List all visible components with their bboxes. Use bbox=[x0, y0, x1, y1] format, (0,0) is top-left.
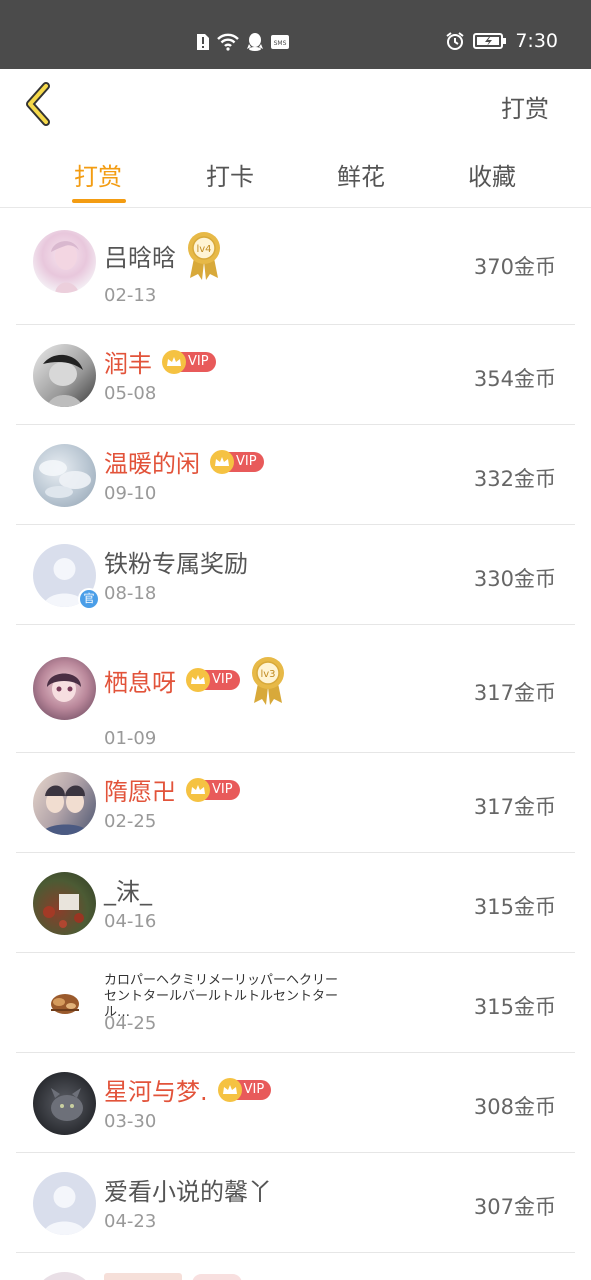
truncated-name-placeholder bbox=[104, 1273, 182, 1280]
list-item[interactable]: 官 铁粉专属奖励 08-18 330金币 bbox=[0, 525, 591, 625]
truncated-vip-placeholder bbox=[192, 1274, 242, 1280]
status-bar: SMS 7:30 bbox=[0, 0, 591, 69]
amount: 317金币 bbox=[473, 681, 556, 705]
alarm-icon bbox=[446, 32, 464, 50]
medal-lv4-icon: lv4 bbox=[188, 232, 220, 280]
user-name[interactable]: 隋愿卍 bbox=[104, 772, 176, 807]
amount: 307金币 bbox=[473, 1195, 556, 1219]
list-item[interactable]: 隋愿卍 VIP 02-25 317金币 bbox=[0, 753, 591, 853]
list-item[interactable]: カロパーヘクミリメーリッパーヘクリーセントタールバールトルトルセントタール… 0… bbox=[0, 953, 591, 1053]
date: 05-08 bbox=[104, 383, 157, 404]
crown-icon bbox=[162, 349, 186, 374]
name-line: 隋愿卍 VIP bbox=[104, 772, 240, 807]
active-tab-indicator bbox=[72, 199, 126, 203]
date: 01-09 bbox=[104, 728, 157, 749]
sim-alert-icon bbox=[197, 34, 209, 50]
sms-icon-text: SMS bbox=[274, 40, 287, 47]
battery-icon bbox=[473, 33, 507, 49]
chevron-left-icon bbox=[26, 82, 50, 126]
user-name[interactable]: _沫_ bbox=[104, 872, 152, 907]
avatar[interactable] bbox=[33, 344, 96, 407]
avatar[interactable] bbox=[33, 972, 96, 1035]
date: 04-25 bbox=[104, 1013, 157, 1034]
avatar[interactable] bbox=[33, 1172, 96, 1235]
tab-flowers[interactable]: 鲜花 bbox=[311, 157, 411, 192]
clock: 7:30 bbox=[515, 30, 558, 52]
qq-icon bbox=[247, 33, 263, 51]
vip-badge: VIP bbox=[210, 449, 264, 474]
wifi-icon bbox=[217, 33, 239, 51]
crown-icon bbox=[186, 777, 210, 802]
user-name[interactable]: 温暖的闲 bbox=[104, 444, 200, 479]
user-name[interactable]: 吕晗晗 bbox=[104, 238, 176, 273]
list-item-partial[interactable] bbox=[0, 1253, 591, 1280]
name-line: _沫_ bbox=[104, 872, 152, 907]
name-line: 星河与梦. VIP bbox=[104, 1072, 272, 1107]
list-item[interactable]: 温暖的闲 VIP 09-10 332金币 bbox=[0, 425, 591, 525]
date: 02-13 bbox=[104, 285, 157, 306]
nav-bar: 打赏 bbox=[0, 69, 591, 141]
date: 04-23 bbox=[104, 1211, 157, 1232]
official-badge: 官 bbox=[78, 588, 100, 610]
amount: 315金币 bbox=[473, 995, 556, 1019]
list-item[interactable]: 吕晗晗 lv4 02-13 370金币 bbox=[0, 208, 591, 325]
name-line: 爱看小说的馨丫 bbox=[104, 1172, 272, 1207]
list-item[interactable]: _沫_ 04-16 315金币 bbox=[0, 853, 591, 953]
user-name[interactable]: 爱看小说的馨丫 bbox=[104, 1172, 272, 1207]
tab-reward[interactable]: 打赏 bbox=[48, 157, 148, 192]
amount: 354金币 bbox=[473, 367, 556, 391]
avatar[interactable] bbox=[33, 444, 96, 507]
date: 03-30 bbox=[104, 1111, 157, 1132]
list-item[interactable]: 爱看小说的馨丫 04-23 307金币 bbox=[0, 1153, 591, 1253]
amount: 330金币 bbox=[473, 567, 556, 591]
tab-collect[interactable]: 收藏 bbox=[442, 157, 542, 192]
tab-bar: 打赏 打卡 鲜花 收藏 bbox=[0, 141, 591, 208]
back-button[interactable] bbox=[20, 81, 60, 127]
vip-badge: VIP bbox=[217, 1077, 272, 1102]
crown-icon bbox=[186, 668, 210, 692]
date: 02-25 bbox=[104, 811, 157, 832]
name-line: 栖息呀 VIP lv3 bbox=[104, 655, 286, 705]
vip-badge: VIP bbox=[162, 349, 216, 374]
svg-text:lv3: lv3 bbox=[260, 669, 275, 680]
list-item[interactable]: 栖息呀 VIP lv3 01-09 317金币 bbox=[0, 625, 591, 753]
medal-lv3-icon: lv3 bbox=[251, 657, 284, 705]
amount: 332金币 bbox=[473, 467, 556, 491]
avatar[interactable] bbox=[33, 657, 96, 720]
crown-icon bbox=[210, 449, 234, 474]
user-name[interactable]: 润丰 bbox=[104, 344, 152, 379]
date: 04-16 bbox=[104, 911, 157, 932]
user-name[interactable]: 栖息呀 bbox=[104, 663, 176, 698]
user-name[interactable]: 星河与梦. bbox=[104, 1072, 208, 1107]
vip-badge: VIP bbox=[186, 777, 240, 802]
reward-list: 吕晗晗 lv4 02-13 370金币 润丰 VIP 05-08 354金币 温… bbox=[0, 208, 591, 1280]
list-item[interactable]: 星河与梦. VIP 03-30 308金币 bbox=[0, 1053, 591, 1153]
name-line: 吕晗晗 lv4 bbox=[104, 230, 222, 280]
avatar[interactable] bbox=[33, 872, 96, 935]
amount: 317金币 bbox=[473, 795, 556, 819]
name-line: 温暖的闲 VIP bbox=[104, 444, 264, 479]
vip-badge: VIP bbox=[186, 668, 240, 692]
date: 08-18 bbox=[104, 583, 157, 604]
list-item[interactable]: 润丰 VIP 05-08 354金币 bbox=[0, 325, 591, 425]
name-line: 润丰 VIP bbox=[104, 344, 216, 379]
amount: 370金币 bbox=[473, 255, 556, 279]
status-right: 7:30 bbox=[445, 30, 558, 52]
user-name[interactable]: 铁粉专属奖励 bbox=[104, 544, 248, 579]
svg-text:lv4: lv4 bbox=[196, 244, 211, 255]
status-left-icons: SMS bbox=[196, 32, 290, 52]
tab-checkin[interactable]: 打卡 bbox=[180, 157, 280, 192]
name-line: 铁粉专属奖励 bbox=[104, 544, 248, 579]
avatar[interactable] bbox=[33, 230, 96, 293]
avatar[interactable] bbox=[33, 772, 96, 835]
avatar[interactable] bbox=[33, 1272, 96, 1280]
amount: 315金币 bbox=[473, 895, 556, 919]
amount: 308金币 bbox=[473, 1095, 556, 1119]
reward-action-button[interactable]: 打赏 bbox=[501, 89, 549, 124]
sms-icon: SMS bbox=[271, 35, 289, 49]
avatar[interactable] bbox=[33, 1072, 96, 1135]
crown-icon bbox=[217, 1077, 242, 1102]
date: 09-10 bbox=[104, 483, 157, 504]
